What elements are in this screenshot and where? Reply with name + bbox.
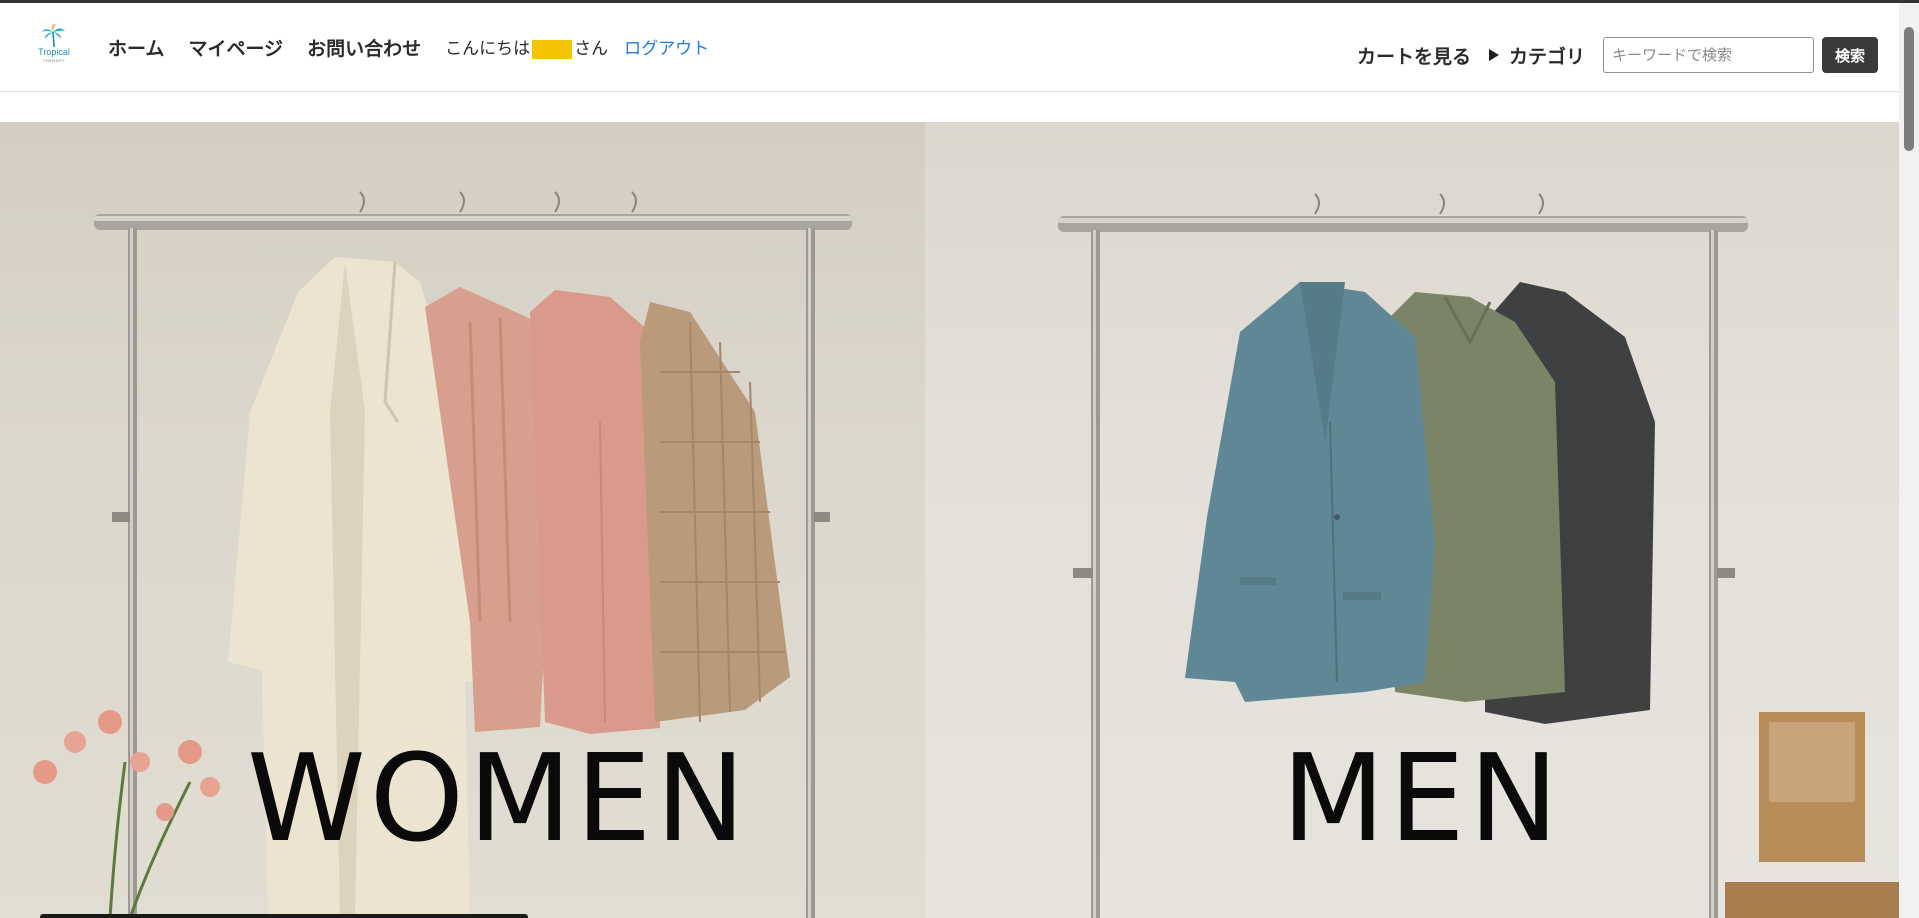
logout-link[interactable]: ログアウト: [624, 37, 709, 61]
logo-subtitle: THERAPY: [42, 58, 66, 63]
redacted-username: [532, 39, 573, 59]
men-category-panel[interactable]: MEN: [925, 122, 1899, 918]
header-actions: カートを見る カテゴリ 検索: [1357, 37, 1899, 73]
user-greeting: こんにちは さん: [445, 37, 608, 61]
nav-mypage-link[interactable]: マイページ: [188, 37, 283, 61]
category-toggle[interactable]: カテゴリ: [1488, 42, 1585, 69]
nav-contact-link[interactable]: お問い合わせ: [307, 37, 421, 61]
page-scrollbar[interactable]: [1899, 3, 1919, 918]
men-category-label: MEN: [1281, 730, 1563, 869]
women-category-panel[interactable]: WOMEN: [0, 122, 925, 918]
nav-home-link[interactable]: ホーム: [108, 37, 164, 61]
palm-tree-icon: [42, 24, 65, 48]
site-header: Tropical THERAPY ホーム マイページ お問い合わせ こんにちは …: [0, 3, 1899, 92]
search-input[interactable]: [1603, 37, 1814, 73]
hero-banner: WOMEN MEN: [0, 122, 1899, 918]
greeting-suffix: さん: [574, 39, 609, 59]
scrollbar-thumb[interactable]: [1904, 27, 1914, 151]
site-logo[interactable]: Tropical THERAPY: [34, 23, 74, 67]
category-label: カテゴリ: [1508, 45, 1585, 68]
women-category-label: WOMEN: [247, 730, 750, 869]
search-button[interactable]: 検索: [1822, 37, 1878, 73]
bottom-overlay-bar: [40, 914, 528, 918]
greeting-prefix: こんにちは: [445, 39, 531, 59]
main-nav: ホーム マイページ お問い合わせ こんにちは さん ログアウト: [108, 37, 709, 61]
view-cart-link[interactable]: カートを見る: [1357, 42, 1471, 69]
disclosure-triangle-icon: [1488, 49, 1499, 61]
logo-name: Tropical: [38, 47, 70, 57]
